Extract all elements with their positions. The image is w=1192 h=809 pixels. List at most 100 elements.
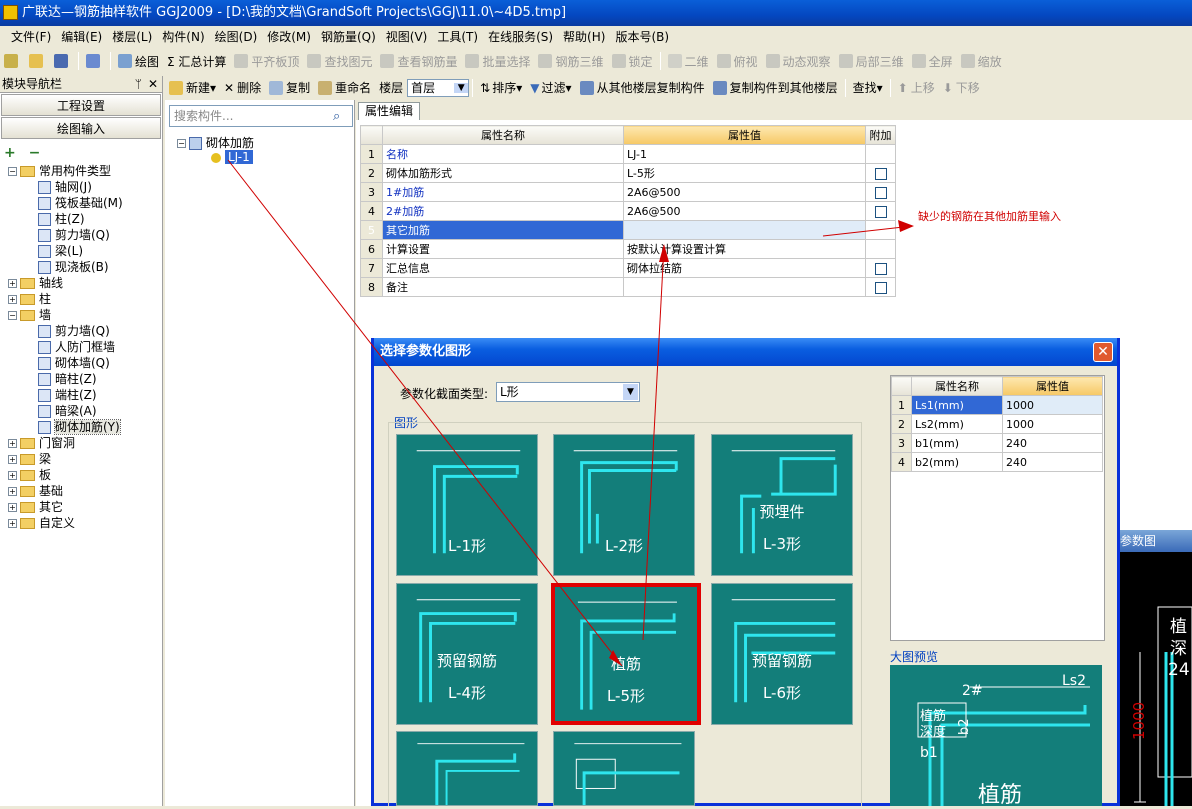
menu-item-2[interactable]: 楼层(L) (107, 28, 157, 45)
shape-card-3[interactable]: 预埋件 L-3形 (711, 434, 853, 576)
param-value[interactable]: 240 (1002, 452, 1103, 472)
floor-select[interactable]: 首层 ▼ (407, 78, 470, 97)
menu-item-5[interactable]: 修改(M) (262, 28, 316, 45)
sort-button[interactable]: ⇅ 排序 ▾ (476, 78, 526, 98)
expand-icon[interactable]: + (8, 471, 17, 480)
property-value[interactable]: 2A6@500 (623, 201, 866, 221)
section-type-select[interactable]: L形 ▼ (496, 382, 640, 402)
property-value[interactable]: L-5形 (623, 163, 866, 183)
close-icon[interactable]: ✕ (148, 76, 158, 93)
property-value[interactable] (623, 220, 866, 240)
tree-item[interactable]: 筏板基础(M) (0, 195, 162, 211)
menu-item-11[interactable]: 版本号(B) (610, 28, 674, 45)
batch-select-button[interactable]: 批量选择 (461, 51, 534, 71)
save-button[interactable] (50, 51, 75, 71)
lock-button[interactable]: 锁定 (608, 51, 657, 71)
param-row[interactable]: 2 Ls2(mm) 1000 (891, 414, 1103, 434)
view-rebar-button[interactable]: 查看钢筋量 (376, 51, 461, 71)
tree-item[interactable]: + 柱 (0, 291, 162, 307)
rename-button[interactable]: 重命名 (314, 78, 375, 98)
top-view-button[interactable]: 俯视 (713, 51, 762, 71)
tree-item[interactable]: + 基础 (0, 483, 162, 499)
fullscreen-button[interactable]: 全屏 (908, 51, 957, 71)
param-value[interactable]: 1000 (1002, 395, 1103, 415)
find-button[interactable]: 查找 ▾ (849, 78, 887, 98)
extra-checkbox[interactable] (874, 262, 887, 275)
expand-icon[interactable]: + (8, 295, 17, 304)
property-row[interactable]: 4 2#加筋 2A6@500 (360, 201, 896, 221)
component-tree-root[interactable]: − 砌体加筋 (177, 134, 254, 151)
new-component-button[interactable]: 新建 ▾ (165, 78, 220, 98)
shape-card-2[interactable]: L-2形 (553, 434, 695, 576)
collapse-all-icon[interactable]: − (29, 145, 41, 161)
shape-card-7[interactable] (396, 731, 538, 806)
tree-item[interactable]: 现浇板(B) (0, 259, 162, 275)
local-3d-button[interactable]: 局部三维 (835, 51, 908, 71)
shape-card-1[interactable]: L-1形 (396, 434, 538, 576)
view-2d-select[interactable]: 二维 (664, 51, 713, 71)
tree-item[interactable]: 梁(L) (0, 243, 162, 259)
delete-button[interactable]: ✕ 删除 (220, 78, 265, 98)
property-row[interactable]: 3 1#加筋 2A6@500 (360, 182, 896, 202)
tree-item[interactable]: + 轴线 (0, 275, 162, 291)
find-element-button[interactable]: 查找图元 (303, 51, 376, 71)
move-down-button[interactable]: ⬇ 下移 (939, 78, 984, 98)
expand-icon[interactable]: + (8, 503, 17, 512)
param-value[interactable]: 240 (1002, 433, 1103, 453)
expand-icon[interactable]: + (8, 455, 17, 464)
tree-item[interactable]: − 常用构件类型 (0, 163, 162, 179)
shape-card-5[interactable]: 植筋 L-5形 (551, 583, 701, 725)
menu-item-7[interactable]: 视图(V) (381, 28, 433, 45)
open-button[interactable] (0, 51, 25, 71)
tree-item[interactable]: − 墙 (0, 307, 162, 323)
project-settings-button[interactable]: 工程设置 (1, 94, 161, 116)
tree-item[interactable]: + 门窗洞 (0, 435, 162, 451)
property-row[interactable]: 6 计算设置 按默认计算设置计算 (360, 239, 896, 259)
property-row[interactable]: 1 名称 LJ-1 (360, 144, 896, 164)
tree-item[interactable]: 砌体加筋(Y) (0, 419, 162, 435)
draw-button[interactable]: 绘图 (114, 51, 163, 71)
tree-item[interactable]: 剪力墙(Q) (0, 227, 162, 243)
menu-item-1[interactable]: 编辑(E) (56, 28, 107, 45)
tree-item[interactable]: 剪力墙(Q) (0, 323, 162, 339)
expand-all-icon[interactable]: + (4, 145, 16, 161)
component-item[interactable]: LJ-1 (211, 150, 253, 164)
undo-button[interactable] (82, 51, 107, 71)
tree-item[interactable]: 暗柱(Z) (0, 371, 162, 387)
tree-item[interactable]: 砌体墙(Q) (0, 355, 162, 371)
tree-item[interactable]: 人防门框墙 (0, 339, 162, 355)
property-value[interactable]: 砌体拉结筋 (623, 258, 866, 278)
copy-button[interactable]: 复制 (265, 78, 314, 98)
shape-card-4[interactable]: 预留钢筋 L-4形 (396, 583, 538, 725)
param-row[interactable]: 3 b1(mm) 240 (891, 433, 1103, 453)
tree-item[interactable]: 暗梁(A) (0, 403, 162, 419)
extra-checkbox[interactable] (874, 167, 887, 180)
shape-card-8[interactable] (553, 731, 695, 806)
property-value[interactable]: 按默认计算设置计算 (623, 239, 866, 259)
dynamic-view-button[interactable]: 动态观察 (762, 51, 835, 71)
menu-item-9[interactable]: 在线服务(S) (483, 28, 558, 45)
menu-item-8[interactable]: 工具(T) (432, 28, 483, 45)
param-value[interactable]: 1000 (1002, 414, 1103, 434)
expand-icon[interactable]: + (8, 279, 17, 288)
param-row[interactable]: 1 Ls1(mm) 1000 (891, 395, 1103, 415)
menu-item-6[interactable]: 钢筋量(Q) (316, 28, 381, 45)
menu-item-0[interactable]: 文件(F) (6, 28, 56, 45)
tree-item[interactable]: + 自定义 (0, 515, 162, 531)
tree-item[interactable]: 柱(Z) (0, 211, 162, 227)
drawing-input-button[interactable]: 绘图输入 (1, 117, 161, 139)
property-row[interactable]: 5 其它加筋 (360, 220, 896, 240)
copy-from-floor-button[interactable]: 从其他楼层复制构件 (576, 78, 709, 98)
search-input[interactable]: 搜索构件... (169, 105, 353, 127)
property-value[interactable]: LJ-1 (623, 144, 866, 164)
property-row[interactable]: 7 汇总信息 砌体拉结筋 (360, 258, 896, 278)
property-value[interactable]: 2A6@500 (623, 182, 866, 202)
collapse-icon[interactable]: − (177, 139, 186, 148)
property-row[interactable]: 2 砌体加筋形式 L-5形 (360, 163, 896, 183)
filter-button[interactable]: ▼ 过滤 ▾ (526, 78, 575, 98)
pin-icon[interactable]: ᛘ (135, 76, 142, 93)
move-up-button[interactable]: ⬆ 上移 (894, 78, 939, 98)
tree-item[interactable]: + 梁 (0, 451, 162, 467)
dialog-close-button[interactable]: ✕ (1093, 342, 1113, 362)
zoom-button[interactable]: 缩放 (957, 51, 1006, 71)
